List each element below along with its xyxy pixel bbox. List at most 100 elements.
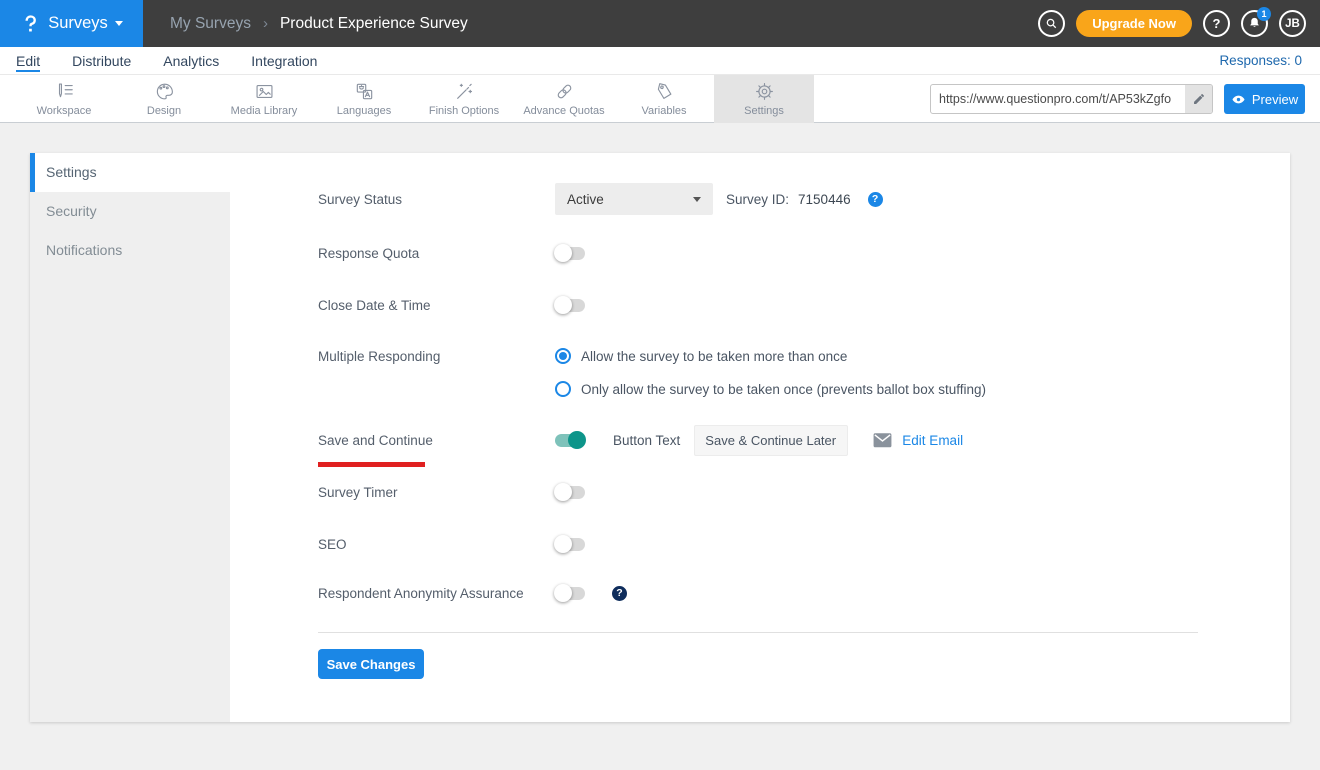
notifications-button[interactable]: 1	[1241, 10, 1268, 37]
toolbar-item-variables[interactable]: Variables	[614, 75, 714, 123]
toggle-knob	[554, 483, 572, 501]
survey-url-field	[930, 84, 1213, 114]
chevron-down-icon	[115, 21, 123, 26]
toolbar-item-languages[interactable]: Languages	[314, 75, 414, 123]
response-quota-label: Response Quota	[318, 246, 555, 261]
preview-button[interactable]: Preview	[1224, 84, 1305, 114]
toolbar-label: Design	[147, 105, 181, 117]
avatar[interactable]: JB	[1279, 10, 1306, 37]
close-date-label: Close Date & Time	[318, 298, 555, 313]
toolbar-label: Media Library	[231, 105, 298, 117]
eye-icon	[1231, 92, 1246, 107]
multiple-responding-row: Multiple Responding Allow the survey to …	[318, 339, 1198, 373]
toolbar-item-workspace[interactable]: Workspace	[14, 75, 114, 123]
save-continue-highlight	[318, 462, 425, 467]
pencil-icon	[1192, 92, 1206, 106]
anonymity-toggle[interactable]	[555, 587, 585, 600]
preview-label: Preview	[1252, 92, 1298, 107]
button-text-input[interactable]	[694, 425, 848, 456]
toggle-knob	[568, 431, 586, 449]
question-mark-icon: ?	[1213, 16, 1221, 31]
toolbar-items: Workspace Design Media Library Languages…	[14, 75, 814, 123]
settings-card: Settings Security Notifications Survey S…	[30, 153, 1290, 722]
toolbar-label: Variables	[641, 105, 686, 117]
edit-email-link[interactable]: Edit Email	[902, 433, 963, 448]
tag-icon	[654, 81, 675, 102]
anonymity-label: Respondent Anonymity Assurance	[318, 586, 555, 601]
survey-id-help-icon[interactable]: ?	[868, 192, 883, 207]
sidebar-item-security[interactable]: Security	[30, 192, 230, 231]
close-date-toggle[interactable]	[555, 299, 585, 312]
survey-status-row: Survey Status Active Survey ID: 7150446 …	[318, 182, 1198, 216]
survey-status-value: Active	[567, 192, 604, 207]
avatar-initials: JB	[1285, 18, 1300, 30]
tab-edit[interactable]: Edit	[0, 47, 56, 74]
tab-distribute[interactable]: Distribute	[56, 47, 147, 74]
help-button[interactable]: ?	[1203, 10, 1230, 37]
breadcrumb: My Surveys › Product Experience Survey	[170, 15, 468, 33]
survey-status-label: Survey Status	[318, 192, 555, 207]
product-name: Surveys	[48, 14, 108, 33]
toolbar-label: Advance Quotas	[523, 105, 604, 117]
survey-timer-toggle[interactable]	[555, 486, 585, 499]
save-continue-toggle[interactable]	[555, 434, 585, 447]
toolbar-item-settings[interactable]: Settings	[714, 75, 814, 123]
toolbar-item-media-library[interactable]: Media Library	[214, 75, 314, 123]
image-icon	[254, 81, 275, 102]
questionpro-settings-page: Surveys My Surveys › Product Experience …	[0, 0, 1320, 770]
workspace-icon	[54, 81, 75, 102]
magic-wand-icon	[454, 81, 475, 102]
responses-count[interactable]: Responses: 0	[1219, 47, 1320, 74]
radio-allow-multiple[interactable]	[555, 348, 571, 364]
toggle-knob	[554, 296, 572, 314]
form-divider	[318, 632, 1198, 633]
seo-toggle[interactable]	[555, 538, 585, 551]
save-changes-button[interactable]: Save Changes	[318, 649, 424, 679]
toolbar-item-design[interactable]: Design	[114, 75, 214, 123]
survey-status-dropdown[interactable]: Active	[555, 183, 713, 215]
save-continue-label: Save and Continue	[318, 433, 433, 448]
seo-row: SEO	[318, 527, 1198, 561]
translate-icon	[354, 81, 375, 102]
toolbar-label: Workspace	[37, 105, 92, 117]
toggle-knob	[554, 244, 572, 262]
breadcrumb-separator: ›	[263, 15, 268, 32]
sidebar-item-notifications[interactable]: Notifications	[30, 231, 230, 270]
upgrade-now-button[interactable]: Upgrade Now	[1076, 10, 1192, 37]
survey-timer-row: Survey Timer	[318, 475, 1198, 509]
edit-toolbar: Workspace Design Media Library Languages…	[0, 75, 1320, 123]
multiple-responding-row2: Only allow the survey to be taken once (…	[318, 372, 1198, 406]
toolbar-item-advance-quotas[interactable]: Advance Quotas	[514, 75, 614, 123]
toggle-knob	[554, 584, 572, 602]
save-continue-row: Save and Continue Button Text Edit Email	[318, 423, 1198, 457]
response-quota-toggle[interactable]	[555, 247, 585, 260]
settings-sidebar: Settings Security Notifications	[30, 153, 230, 722]
sidebar-item-settings[interactable]: Settings	[30, 153, 230, 192]
survey-id-label: Survey ID:	[726, 192, 789, 207]
survey-url-input[interactable]	[931, 92, 1185, 106]
radio-allow-multiple-label[interactable]: Allow the survey to be taken more than o…	[581, 349, 847, 364]
notification-count-badge: 1	[1257, 7, 1271, 21]
edit-url-button[interactable]	[1185, 85, 1212, 113]
survey-nav-tabs: Edit Distribute Analytics Integration Re…	[0, 47, 1320, 75]
button-text-label: Button Text	[613, 433, 680, 448]
anonymity-help-icon[interactable]: ?	[612, 586, 627, 601]
product-switcher[interactable]: Surveys	[0, 0, 143, 47]
search-button[interactable]	[1038, 10, 1065, 37]
envelope-icon	[872, 432, 893, 449]
anonymity-row: Respondent Anonymity Assurance ?	[318, 576, 1198, 610]
breadcrumb-my-surveys[interactable]: My Surveys	[170, 15, 251, 33]
chevron-down-icon	[693, 197, 701, 202]
radio-only-once[interactable]	[555, 381, 571, 397]
toggle-knob	[554, 535, 572, 553]
breadcrumb-current-survey: Product Experience Survey	[280, 15, 468, 33]
multiple-responding-label: Multiple Responding	[318, 349, 555, 364]
questionpro-logo-icon	[20, 13, 41, 34]
tab-analytics[interactable]: Analytics	[147, 47, 235, 74]
design-palette-icon	[154, 81, 175, 102]
radio-only-once-label[interactable]: Only allow the survey to be taken once (…	[581, 382, 986, 397]
toolbar-item-finish-options[interactable]: Finish Options	[414, 75, 514, 123]
gear-icon	[754, 81, 775, 102]
tab-integration[interactable]: Integration	[235, 47, 333, 74]
survey-id-value: 7150446	[798, 192, 851, 207]
